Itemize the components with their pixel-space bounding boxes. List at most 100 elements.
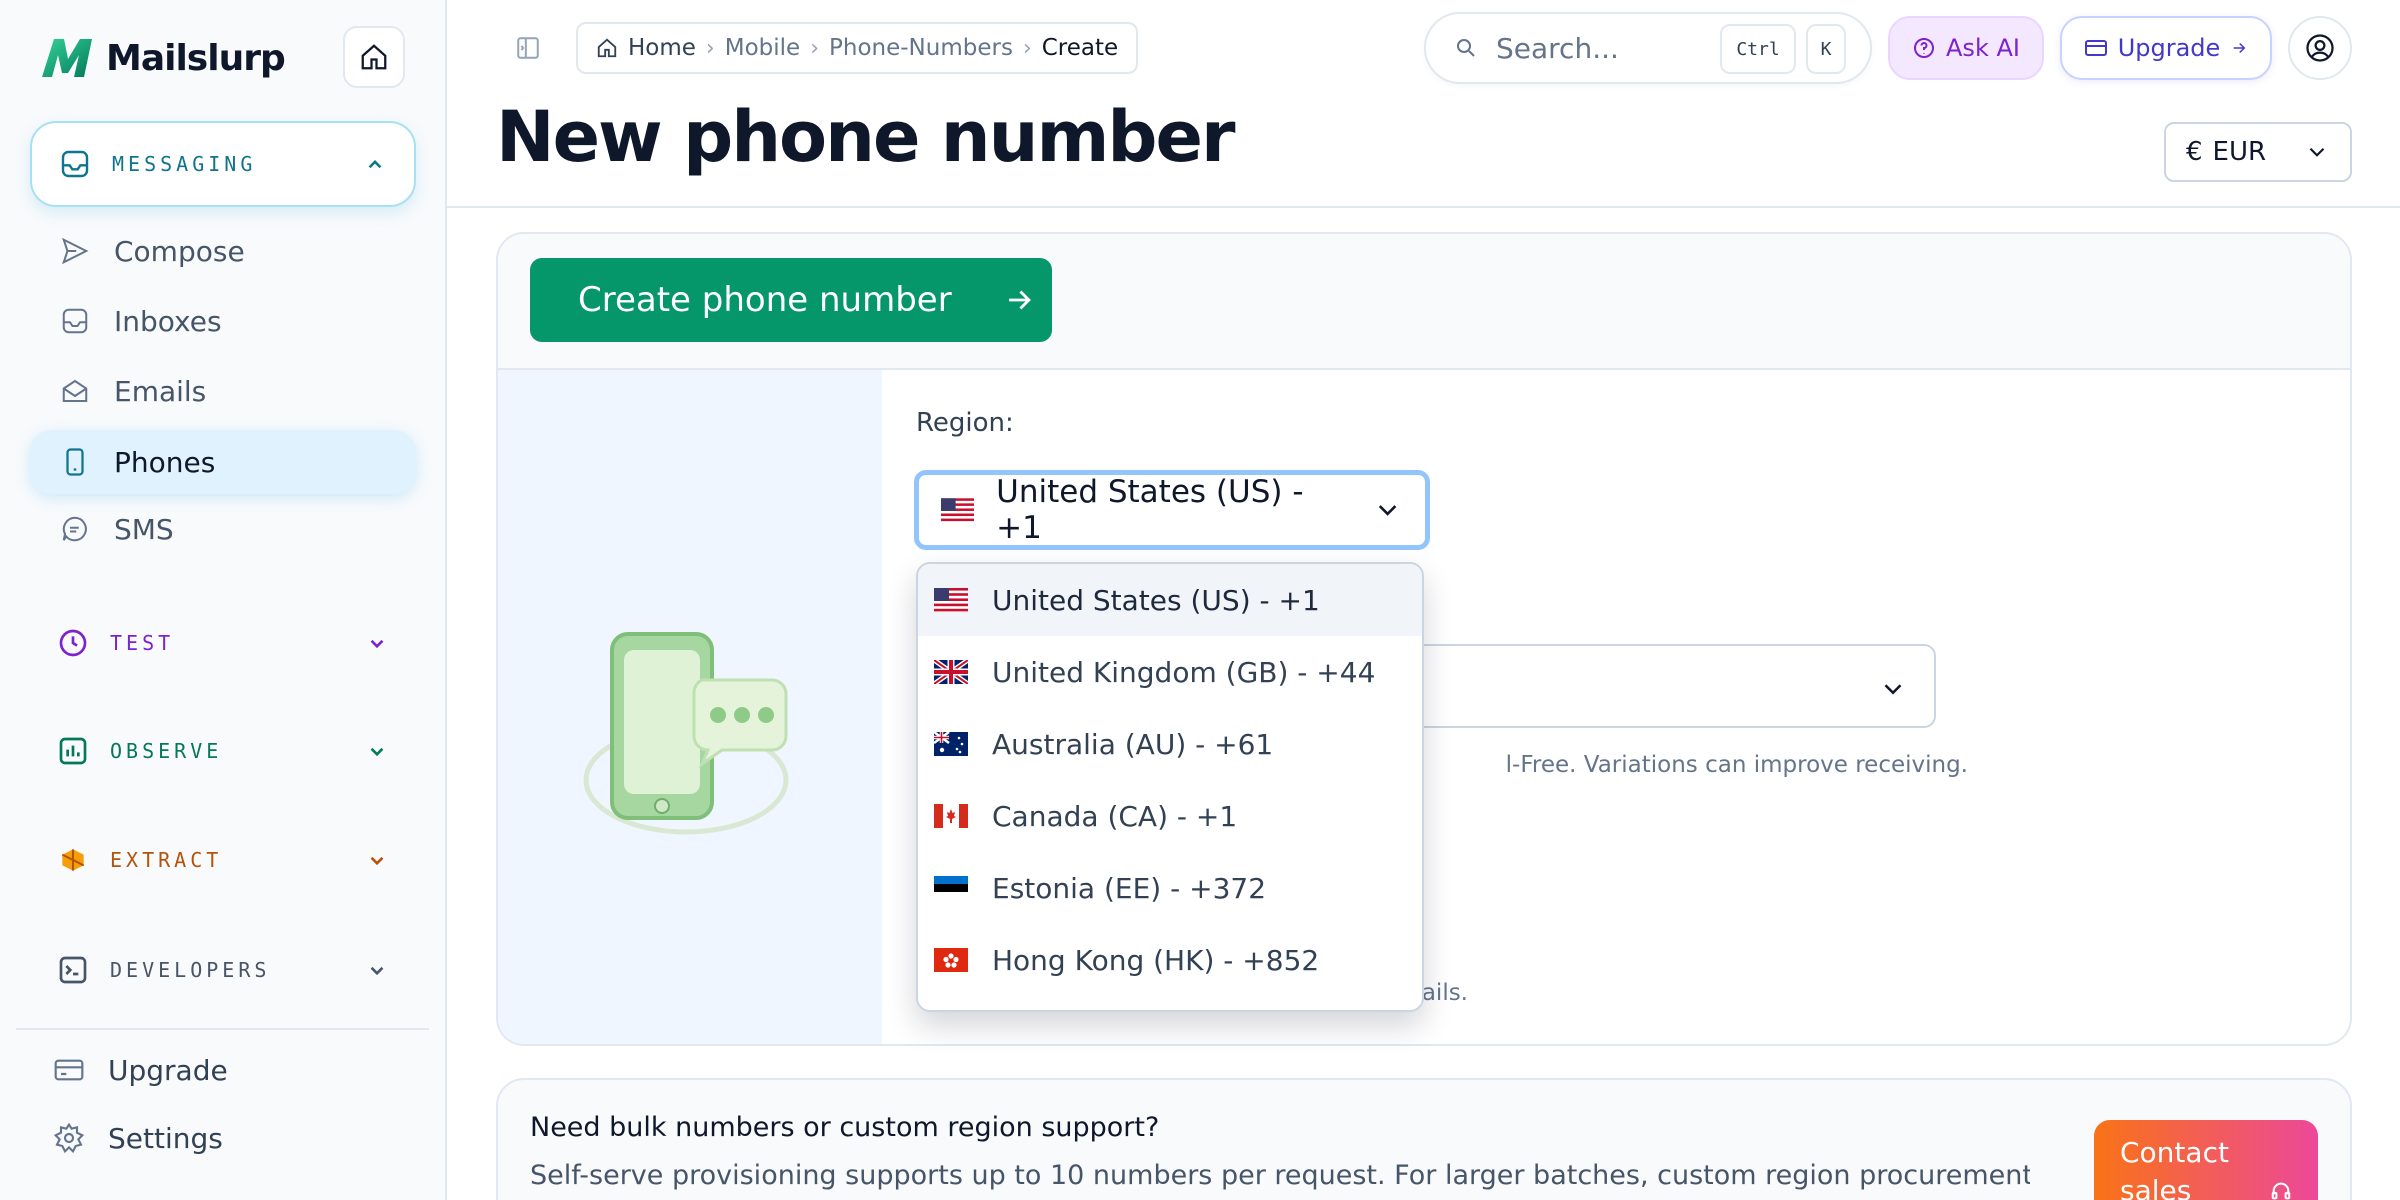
sidebar-item-label: Phones <box>114 445 216 479</box>
page-title: New phone number <box>496 96 1236 178</box>
breadcrumb-phone-numbers[interactable]: Phone-Numbers <box>829 35 1013 61</box>
bar-chart-icon <box>56 734 90 768</box>
region-option-ee[interactable]: Estonia (EE) - +372 <box>918 852 1422 924</box>
sidebar-settings[interactable]: Settings <box>52 1110 223 1166</box>
region-dropdown-menu: United States (US) - +1 United Kingdom (… <box>916 562 1424 1012</box>
home-button[interactable] <box>343 26 405 88</box>
panel-left-icon <box>517 37 539 59</box>
chevron-down-icon <box>370 639 384 649</box>
chevron-down-icon <box>2309 147 2325 157</box>
group-extract[interactable]: EXTRACT <box>30 817 416 903</box>
sidebar-upgrade[interactable]: Upgrade <box>52 1042 228 1098</box>
credit-card-icon <box>52 1053 86 1087</box>
region-label: Region: <box>916 408 1014 438</box>
search-input[interactable] <box>1496 31 1716 65</box>
contact-sales-label-1: Contact <box>2120 1136 2229 1169</box>
create-phone-number-button[interactable]: Create phone number <box>530 258 1052 342</box>
card-toolbar: Create phone number <box>498 234 2350 370</box>
region-option-hk[interactable]: Hong Kong (HK) - +852 <box>918 924 1422 996</box>
currency-select[interactable]: € EUR <box>2164 122 2352 182</box>
region-option-label: Canada (CA) - +1 <box>992 799 1238 833</box>
chevron-down-icon <box>370 747 384 757</box>
currency-value: EUR <box>2212 137 2267 167</box>
group-developers-label: DEVELOPERS <box>110 958 271 982</box>
chevron-up-icon <box>368 159 382 169</box>
region-option-label: United States (US) - +1 <box>992 583 1320 617</box>
breadcrumb-create: Create <box>1041 35 1119 61</box>
region-select[interactable]: United States (US) - +1 <box>914 470 1430 550</box>
home-icon <box>361 44 387 70</box>
sidebar-divider <box>16 1028 429 1030</box>
group-observe[interactable]: OBSERVE <box>30 708 416 794</box>
us-flag-icon <box>941 498 975 522</box>
send-icon <box>58 234 92 268</box>
inbox-icon <box>58 304 92 338</box>
sidebar-item-sms[interactable]: SMS <box>30 497 416 561</box>
gb-flag-icon <box>934 660 968 684</box>
upgrade-label: Upgrade <box>2117 34 2221 62</box>
region-option-label: Hong Kong (HK) - +852 <box>992 943 1320 977</box>
group-test-label: TEST <box>110 631 175 655</box>
gear-icon <box>52 1121 86 1155</box>
terminal-icon <box>56 953 90 987</box>
bulk-description: Self-serve provisioning supports up to 1… <box>530 1160 2030 1191</box>
chat-icon <box>58 512 92 546</box>
sidebar-item-label: Compose <box>114 234 245 268</box>
upgrade-button[interactable]: Upgrade <box>2060 16 2272 80</box>
breadcrumb: Home › Mobile › Phone-Numbers › Create <box>576 22 1139 74</box>
brand-name: Mailslurp <box>106 37 286 79</box>
mailslurp-logo-icon <box>42 39 92 77</box>
sidebar: Mailslurp MESSAGING Compose Inboxes Emai… <box>0 0 447 1200</box>
region-option-label: Australia (AU) - +61 <box>992 727 1274 761</box>
envelope-open-icon <box>58 374 92 408</box>
ask-ai-label: Ask AI <box>1946 34 2020 62</box>
currency-symbol: € <box>2186 137 2203 167</box>
us-flag-icon <box>934 588 968 612</box>
credit-card-icon <box>2084 40 2107 56</box>
sidebar-item-emails[interactable]: Emails <box>30 359 416 423</box>
region-option-gb[interactable]: United Kingdom (GB) - +44 <box>918 636 1422 708</box>
breadcrumb-home[interactable]: Home <box>628 35 696 61</box>
bulk-title: Need bulk numbers or custom region suppo… <box>530 1112 1160 1143</box>
sidebar-upgrade-label: Upgrade <box>108 1053 228 1087</box>
group-extract-label: EXTRACT <box>110 848 223 872</box>
bulk-numbers-card: Need bulk numbers or custom region suppo… <box>496 1078 2352 1200</box>
ask-ai-button[interactable]: Ask AI <box>1888 16 2044 80</box>
region-option-label: Estonia (EE) - +372 <box>992 871 1267 905</box>
search-bar[interactable]: Ctrl K <box>1424 12 1872 84</box>
sidebar-toggle-button[interactable] <box>510 30 546 66</box>
group-messaging[interactable]: MESSAGING <box>30 121 416 207</box>
header-divider <box>447 206 2400 208</box>
illustration-panel <box>498 370 882 1044</box>
region-option-us[interactable]: United States (US) - +1 <box>918 564 1422 636</box>
sidebar-settings-label: Settings <box>108 1121 223 1155</box>
group-test[interactable]: TEST <box>30 600 416 686</box>
hk-flag-icon <box>934 948 968 972</box>
region-option-ca[interactable]: Canada (CA) - +1 <box>918 780 1422 852</box>
contact-sales-button[interactable]: Contact sales <box>2094 1120 2318 1200</box>
headset-icon <box>2271 1182 2291 1200</box>
sidebar-item-label: SMS <box>114 512 174 546</box>
arrow-right-icon <box>1008 290 1031 310</box>
breadcrumb-mobile[interactable]: Mobile <box>725 35 800 61</box>
ca-flag-icon <box>934 804 968 828</box>
clock-check-icon <box>56 626 90 660</box>
arrow-right-icon <box>2234 42 2246 54</box>
phone-icon <box>58 445 92 479</box>
sidebar-item-compose[interactable]: Compose <box>30 219 416 283</box>
phone-chat-illustration <box>583 632 789 835</box>
breadcrumb-separator: › <box>705 35 715 61</box>
sidebar-item-inboxes[interactable]: Inboxes <box>30 289 416 353</box>
create-button-label: Create phone number <box>578 280 952 320</box>
region-option-au[interactable]: Australia (AU) - +61 <box>918 708 1422 780</box>
chevron-down-icon <box>1884 684 1902 695</box>
ee-flag-icon <box>934 876 968 900</box>
brand-logo[interactable]: Mailslurp <box>40 30 286 86</box>
contact-sales-label-2: sales <box>2120 1174 2192 1200</box>
user-avatar-button[interactable] <box>2288 16 2352 80</box>
breadcrumb-separator: › <box>810 35 819 61</box>
home-icon <box>597 38 617 58</box>
group-developers[interactable]: DEVELOPERS <box>30 927 416 1013</box>
sidebar-item-phones[interactable]: Phones <box>30 430 416 494</box>
help-circle-icon <box>1914 38 1935 58</box>
